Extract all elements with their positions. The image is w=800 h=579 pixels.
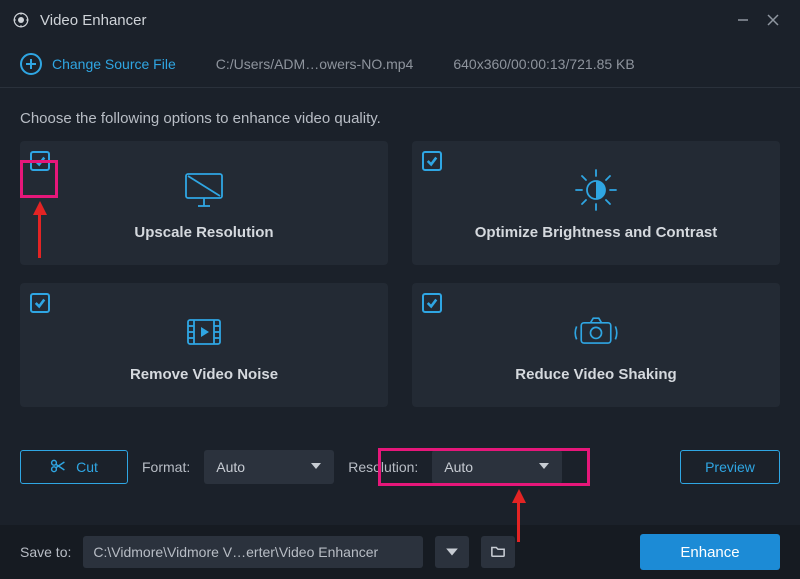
card-remove-noise[interactable]: Remove Video Noise — [20, 283, 388, 407]
checkbox-upscale[interactable] — [30, 151, 50, 171]
monitor-icon — [180, 166, 228, 214]
card-upscale-resolution[interactable]: Upscale Resolution — [20, 141, 388, 265]
enhance-label: Enhance — [680, 544, 739, 561]
preview-label: Preview — [705, 459, 755, 475]
checkbox-noise[interactable] — [30, 293, 50, 313]
add-icon — [20, 53, 42, 75]
bottom-bar: Save to: C:\Vidmore\Vidmore V…erter\Vide… — [0, 525, 800, 579]
source-meta: 640x360/00:00:13/721.85 KB — [453, 56, 634, 72]
browse-folder-button[interactable] — [481, 536, 515, 568]
change-source-label: Change Source File — [52, 56, 176, 72]
annotation-arrow-checkbox — [33, 201, 47, 215]
resolution-label: Resolution: — [348, 459, 418, 475]
format-label: Format: — [142, 459, 190, 475]
annotation-arrow-checkbox-stem — [38, 214, 41, 258]
camera-shake-icon — [572, 308, 620, 356]
resolution-value: Auto — [444, 459, 473, 475]
card-label: Remove Video Noise — [130, 366, 278, 383]
chevron-down-icon — [538, 459, 550, 475]
controls-row: Cut Format: Auto Resolution: Auto Previe… — [0, 450, 800, 484]
app-title: Video Enhancer — [40, 12, 146, 29]
folder-icon — [491, 544, 505, 561]
save-to-label: Save to: — [20, 544, 71, 560]
film-icon — [180, 308, 228, 356]
annotation-arrow-resolution-stem — [517, 502, 520, 542]
chevron-down-icon — [310, 459, 322, 475]
card-reduce-shaking[interactable]: Reduce Video Shaking — [412, 283, 780, 407]
sun-icon — [572, 166, 620, 214]
save-path-value: C:\Vidmore\Vidmore V…erter\Video Enhance… — [93, 544, 378, 560]
app-icon — [12, 11, 30, 29]
change-source-button[interactable]: Change Source File — [20, 53, 176, 75]
format-value: Auto — [216, 459, 245, 475]
card-label: Reduce Video Shaking — [515, 366, 676, 383]
resolution-dropdown[interactable]: Auto — [432, 450, 562, 484]
format-dropdown[interactable]: Auto — [204, 450, 334, 484]
card-label: Upscale Resolution — [134, 224, 273, 241]
checkbox-brightness[interactable] — [422, 151, 442, 171]
close-button[interactable] — [758, 5, 788, 35]
enhance-button[interactable]: Enhance — [640, 534, 780, 570]
save-path-field[interactable]: C:\Vidmore\Vidmore V…erter\Video Enhance… — [83, 536, 423, 568]
card-label: Optimize Brightness and Contrast — [475, 224, 718, 241]
source-row: Change Source File C:/Users/ADM…owers-NO… — [0, 40, 800, 88]
cut-button[interactable]: Cut — [20, 450, 128, 484]
checkbox-shaking[interactable] — [422, 293, 442, 313]
source-path: C:/Users/ADM…owers-NO.mp4 — [216, 56, 414, 72]
card-brightness-contrast[interactable]: Optimize Brightness and Contrast — [412, 141, 780, 265]
save-path-dropdown[interactable] — [435, 536, 469, 568]
enhance-options-grid: Upscale Resolution Optimize Brightness a… — [0, 141, 800, 407]
scissors-icon — [50, 458, 66, 477]
preview-button[interactable]: Preview — [680, 450, 780, 484]
instruction-text: Choose the following options to enhance … — [0, 88, 800, 141]
titlebar: Video Enhancer — [0, 0, 800, 40]
minimize-button[interactable] — [728, 5, 758, 35]
cut-label: Cut — [76, 459, 98, 475]
annotation-arrow-resolution — [512, 489, 526, 503]
